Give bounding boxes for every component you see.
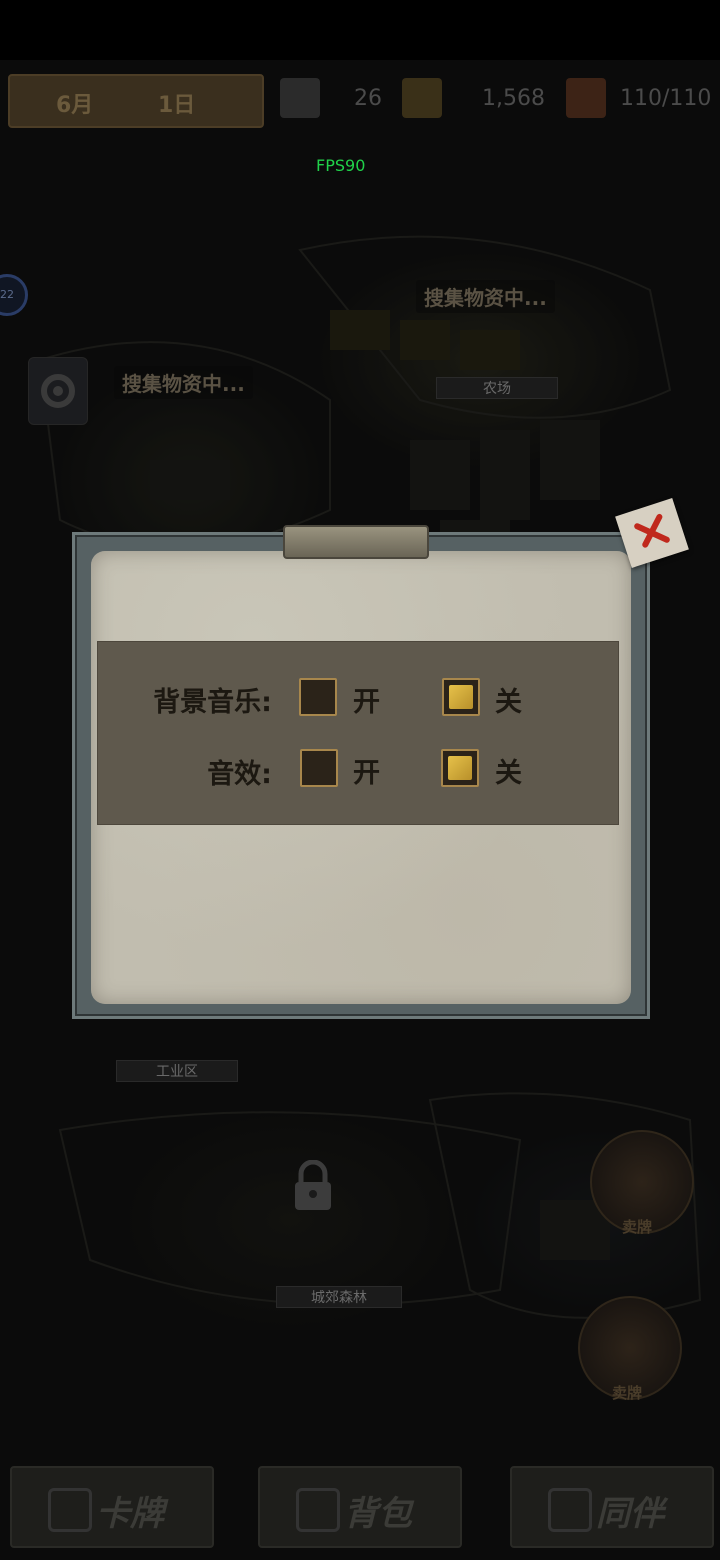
bag-tab-label: 背包 — [344, 1494, 412, 1534]
bottom-nav: 卡牌 背包 同伴 — [0, 1460, 720, 1560]
music-on-label[interactable]: 开 — [353, 680, 380, 719]
close-icon — [634, 513, 670, 548]
partner-icon — [548, 1488, 592, 1532]
sfx-on-label[interactable]: 开 — [353, 751, 380, 790]
sfx-off-checkbox[interactable] — [441, 749, 479, 787]
sell-label-top: 卖牌 — [622, 1218, 653, 1236]
partner-tab[interactable]: 同伴 — [510, 1466, 714, 1548]
survivor-icon — [280, 78, 320, 118]
music-off-checkbox[interactable] — [442, 678, 480, 716]
checked-mark — [449, 685, 473, 709]
day-text: 1日 — [158, 93, 196, 118]
coin-count: 1,568 — [482, 86, 545, 111]
bag-icon — [296, 1488, 340, 1532]
partner-tab-label: 同伴 — [596, 1494, 664, 1534]
music-off-label[interactable]: 关 — [495, 680, 522, 719]
settings-button[interactable] — [28, 357, 88, 425]
cards-tab-label: 卡牌 — [96, 1494, 164, 1534]
sfx-on-checkbox[interactable] — [300, 749, 338, 787]
card-count: 110/110 — [620, 86, 712, 111]
survivor-count: 26 — [354, 86, 382, 111]
gathering-label-farm: 搜集物资中... — [416, 280, 555, 313]
settings-panel — [98, 642, 618, 824]
month-text: 6月 — [56, 93, 94, 118]
gathering-label-city: 搜集物资中... — [114, 366, 253, 399]
zone-industrial[interactable]: 工业区 — [116, 1060, 238, 1082]
music-label: 背景音乐: — [153, 687, 272, 718]
sfx-label: 音效: — [207, 759, 272, 790]
lock-icon — [292, 1159, 334, 1216]
date-plate: 6月 1日 — [8, 74, 264, 128]
zone-farm[interactable]: 农场 — [436, 377, 558, 399]
sfx-off-label[interactable]: 关 — [495, 751, 522, 790]
checked-mark — [448, 756, 472, 780]
gear-icon — [41, 374, 75, 408]
bag-tab[interactable]: 背包 — [258, 1466, 462, 1548]
cards-tab[interactable]: 卡牌 — [10, 1466, 214, 1548]
cards-icon — [48, 1488, 92, 1532]
fps-counter: FPS90 — [316, 156, 366, 175]
clipboard-clip — [283, 525, 429, 559]
sell-label-bottom: 卖牌 — [612, 1384, 643, 1402]
status-bar: 6月 1日 26 1,568 110/110 — [0, 62, 720, 138]
coin-icon — [402, 78, 442, 118]
music-on-checkbox[interactable] — [299, 678, 337, 716]
zone-forest[interactable]: 城郊森林 — [276, 1286, 402, 1308]
card-icon — [566, 78, 606, 118]
